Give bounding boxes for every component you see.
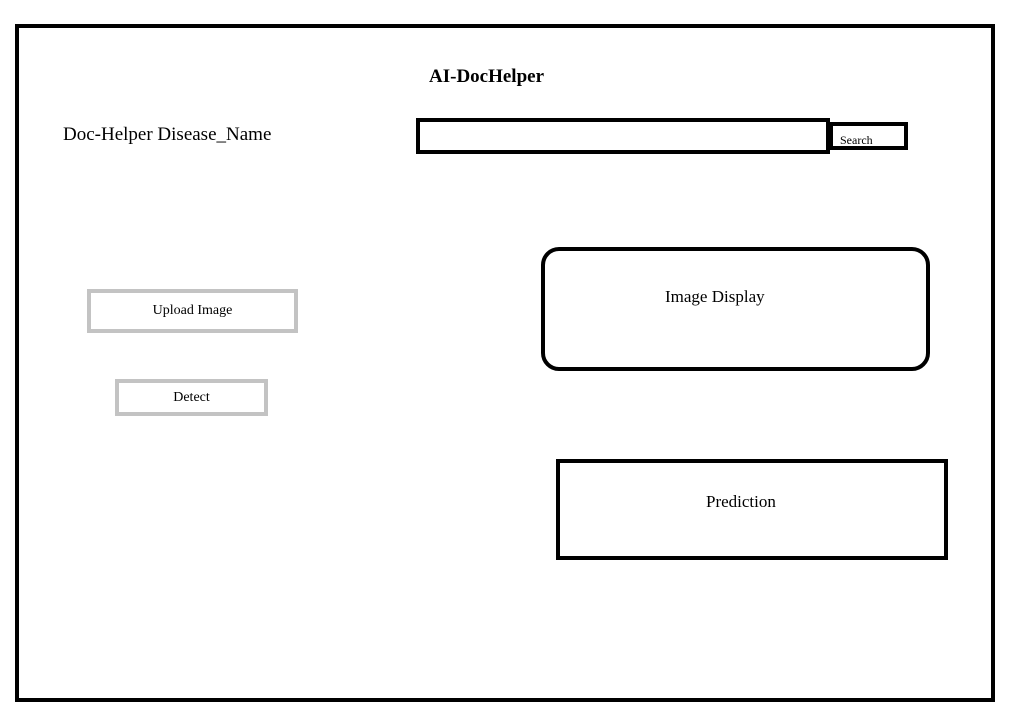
app-title: AI-DocHelper	[429, 66, 545, 87]
image-display-panel: Image Display	[541, 247, 930, 371]
search-button[interactable]: Search	[829, 122, 908, 150]
image-display-label: Image Display	[665, 287, 765, 306]
prediction-label: Prediction	[706, 492, 776, 511]
disease-search-label: Doc-Helper Disease_Name	[63, 124, 272, 145]
detect-button[interactable]: Detect	[115, 379, 268, 416]
disease-name-input[interactable]	[416, 118, 830, 154]
upload-image-button[interactable]: Upload Image	[87, 289, 298, 333]
prediction-panel: Prediction	[556, 459, 948, 560]
